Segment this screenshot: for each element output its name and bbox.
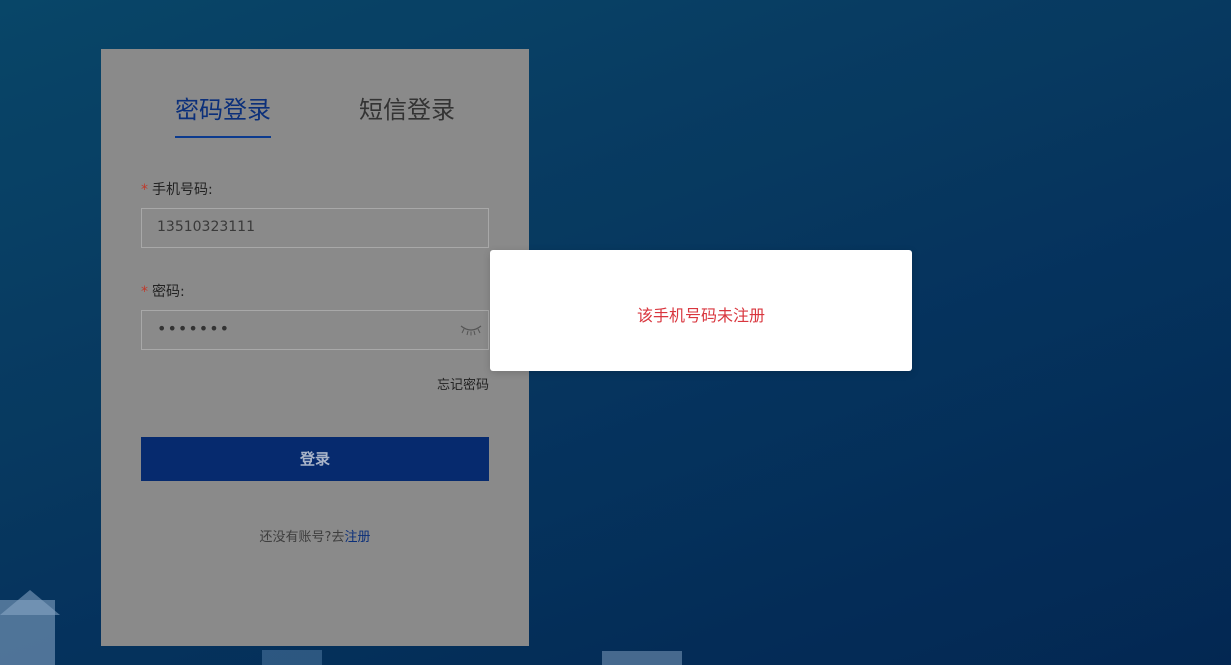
password-input-value: •••••••: [157, 319, 231, 338]
active-tab-indicator: [175, 136, 271, 138]
error-toast: 该手机号码未注册: [490, 250, 912, 371]
tab-sms-login[interactable]: 短信登录: [359, 93, 455, 127]
login-tabs: 密码登录 短信登录: [101, 49, 529, 149]
toast-message: 该手机号码未注册: [636, 306, 765, 325]
required-mark: *: [141, 284, 148, 300]
login-card: 密码登录 短信登录 * 手机号码: 13510323111 * 密码: ••••••…: [101, 49, 529, 646]
tab-password-login[interactable]: 密码登录: [175, 93, 271, 127]
background-building: [602, 651, 682, 665]
background-building: [0, 600, 55, 665]
required-mark: *: [141, 182, 148, 198]
background-building: [262, 650, 322, 665]
register-prompt: 还没有账号?去注册: [101, 526, 529, 545]
forgot-password-link[interactable]: 忘记密码: [437, 374, 489, 393]
phone-label: * 手机号码:: [141, 179, 213, 199]
register-prompt-text: 还没有账号?去: [259, 530, 345, 545]
phone-label-text: 手机号码:: [152, 182, 213, 198]
password-input[interactable]: •••••••: [141, 310, 489, 350]
phone-input-value: 13510323111: [157, 219, 255, 235]
password-label: * 密码:: [141, 281, 185, 301]
eye-closed-icon[interactable]: [460, 323, 482, 337]
login-button[interactable]: 登录: [141, 437, 489, 481]
password-label-text: 密码:: [152, 284, 185, 300]
register-link[interactable]: 注册: [344, 530, 370, 545]
phone-input[interactable]: 13510323111: [141, 208, 489, 248]
